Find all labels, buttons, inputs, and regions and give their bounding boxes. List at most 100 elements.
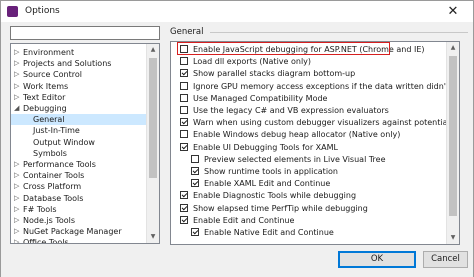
close-button[interactable]: ✕ [433,1,473,22]
tree-item[interactable]: ▷ Node.js Tools [11,215,147,226]
scroll-up-icon[interactable]: ▲ [147,44,159,56]
option-row[interactable]: Enable Windows debug heap allocator (Nat… [180,129,446,140]
option-row[interactable]: Load dll exports (Native only) [180,56,446,67]
tree-item[interactable]: General [11,114,147,126]
visual-studio-icon [7,6,18,17]
chevron-down-icon[interactable]: ◢ [14,103,22,114]
tree-item-label: Container Tools [23,171,85,181]
tree-item-label: Database Tools [23,193,84,203]
chevron-right-icon[interactable]: ▷ [14,170,22,181]
tree-item[interactable]: ▷ Environment [11,47,147,58]
cancel-button[interactable]: Cancel [423,251,468,268]
tree-scroll-thumb[interactable] [149,58,157,178]
option-checkbox[interactable] [180,93,188,102]
options-search-input[interactable] [10,26,160,40]
option-checkbox[interactable] [180,69,188,78]
tree-item[interactable]: ▷ Performance Tools [11,159,147,170]
tree-item[interactable]: ▷ F# Tools [11,204,147,215]
option-row[interactable]: Use the legacy C# and VB expression eval… [180,105,446,116]
option-checkbox[interactable] [180,106,188,114]
option-row[interactable]: Show runtime tools in application [191,166,446,177]
tree-item[interactable]: ▷ Office Tools [11,237,147,244]
scroll-down-icon[interactable]: ▼ [147,231,159,243]
option-checkbox[interactable] [191,228,199,236]
option-checkbox[interactable] [180,118,188,127]
dialog-footer: OK Cancel [1,248,473,277]
option-checkbox[interactable] [180,191,188,200]
options-scrollbar[interactable]: ▲ ▼ [446,42,459,244]
scroll-up-icon[interactable]: ▲ [447,42,459,54]
options-scroll-thumb[interactable] [449,56,457,216]
option-row[interactable]: Show parallel stacks diagram bottom-up [180,68,446,79]
option-label: Load dll exports (Native only) [193,57,312,67]
option-label: Enable Native Edit and Continue [204,228,334,237]
section-divider [210,32,468,33]
tree-item[interactable]: ▷ Source Control [11,69,147,80]
option-checkbox[interactable] [191,167,199,175]
tree-item[interactable]: ▷ Projects and Solutions [11,58,147,69]
window-title: Options [25,6,60,16]
tree-item-label: Projects and Solutions [23,59,112,69]
option-label: Enable Edit and Continue [193,215,295,225]
chevron-right-icon[interactable]: ▷ [14,193,22,204]
option-label: Show parallel stacks diagram bottom-up [193,69,356,79]
option-row[interactable]: Preview selected elements in Live Visual… [191,154,446,165]
option-row[interactable]: Use Managed Compatibility Mode [180,93,446,104]
option-checkbox[interactable] [180,203,188,212]
option-label: Enable UI Debugging Tools for XAML [193,142,338,152]
tree-item[interactable]: Just-In-Time [11,125,147,136]
option-row[interactable]: Enable Native Edit and Continue [191,227,446,238]
tree-item-label: Symbols [33,148,67,158]
tree-item-label: F# Tools [23,204,57,214]
option-checkbox[interactable] [180,142,188,151]
option-label: Use Managed Compatibility Mode [193,93,328,103]
chevron-right-icon[interactable]: ▷ [14,58,22,69]
option-label: Show elapsed time PerfTip while debuggin… [193,203,368,213]
option-row[interactable]: Show elapsed time PerfTip while debuggin… [180,203,446,214]
chevron-right-icon[interactable]: ▷ [14,181,22,192]
option-checkbox[interactable] [180,215,188,224]
chevron-right-icon[interactable]: ▷ [14,92,22,103]
tree-item[interactable]: Output Window [11,137,147,148]
ok-button[interactable]: OK [338,251,416,268]
tree-item[interactable]: ▷ Work Items [11,81,147,92]
tree-item[interactable]: ▷ NuGet Package Manager [11,226,147,237]
option-label: Use the legacy C# and VB expression eval… [193,106,389,115]
tree-item[interactable]: ◢ Debugging [11,103,147,114]
tree-item-label: Source Control [23,70,82,80]
chevron-right-icon[interactable]: ▷ [14,237,22,243]
chevron-right-icon[interactable]: ▷ [14,226,22,237]
tree-item-label: Performance Tools [23,160,96,169]
tree-item[interactable]: ▷ Text Editor [11,92,147,103]
option-row[interactable]: Ignore GPU memory access exceptions if t… [180,81,446,92]
chevron-right-icon[interactable]: ▷ [14,47,22,58]
option-checkbox[interactable] [180,57,188,66]
title-bar: Options ✕ [1,1,473,22]
options-list: Enable Native Edit and Continue Enable Ed… [170,41,460,245]
chevron-right-icon[interactable]: ▷ [14,215,22,226]
option-checkbox[interactable] [191,154,199,163]
option-checkbox[interactable] [180,81,188,90]
tree-item[interactable]: ▷ Cross Platform [11,181,147,192]
tree-item[interactable]: Symbols [11,148,147,159]
option-row[interactable]: Enable Edit and Continue [180,215,446,226]
option-label: Enable XAML Edit and Continue [204,179,331,189]
option-checkbox[interactable] [180,130,188,139]
scroll-down-icon[interactable]: ▼ [447,232,459,244]
tree-item-label: Office Tools [23,238,69,244]
options-dialog: Options ✕ ▷ Office Tools ▷ NuGet Package Ma… [0,0,474,277]
chevron-right-icon[interactable]: ▷ [14,81,22,92]
option-row[interactable]: Enable Diagnostic Tools while debugging [180,190,446,201]
option-row[interactable]: Enable XAML Edit and Continue [191,178,446,189]
tree-item[interactable]: ▷ Database Tools [11,193,147,204]
chevron-right-icon[interactable]: ▷ [14,204,22,215]
option-row[interactable]: Enable UI Debugging Tools for XAML [180,142,446,153]
option-checkbox[interactable] [191,179,199,188]
tree-item-label: NuGet Package Manager [23,227,122,237]
option-row[interactable]: Warn when using custom debugger visualiz… [180,117,446,128]
chevron-right-icon[interactable]: ▷ [14,159,22,170]
options-category-tree[interactable]: ▷ Office Tools ▷ NuGet Package Manager ▷ Node… [10,43,160,244]
chevron-right-icon[interactable]: ▷ [14,69,22,80]
tree-scrollbar[interactable]: ▲ ▼ [146,44,159,243]
tree-item[interactable]: ▷ Container Tools [11,170,147,181]
